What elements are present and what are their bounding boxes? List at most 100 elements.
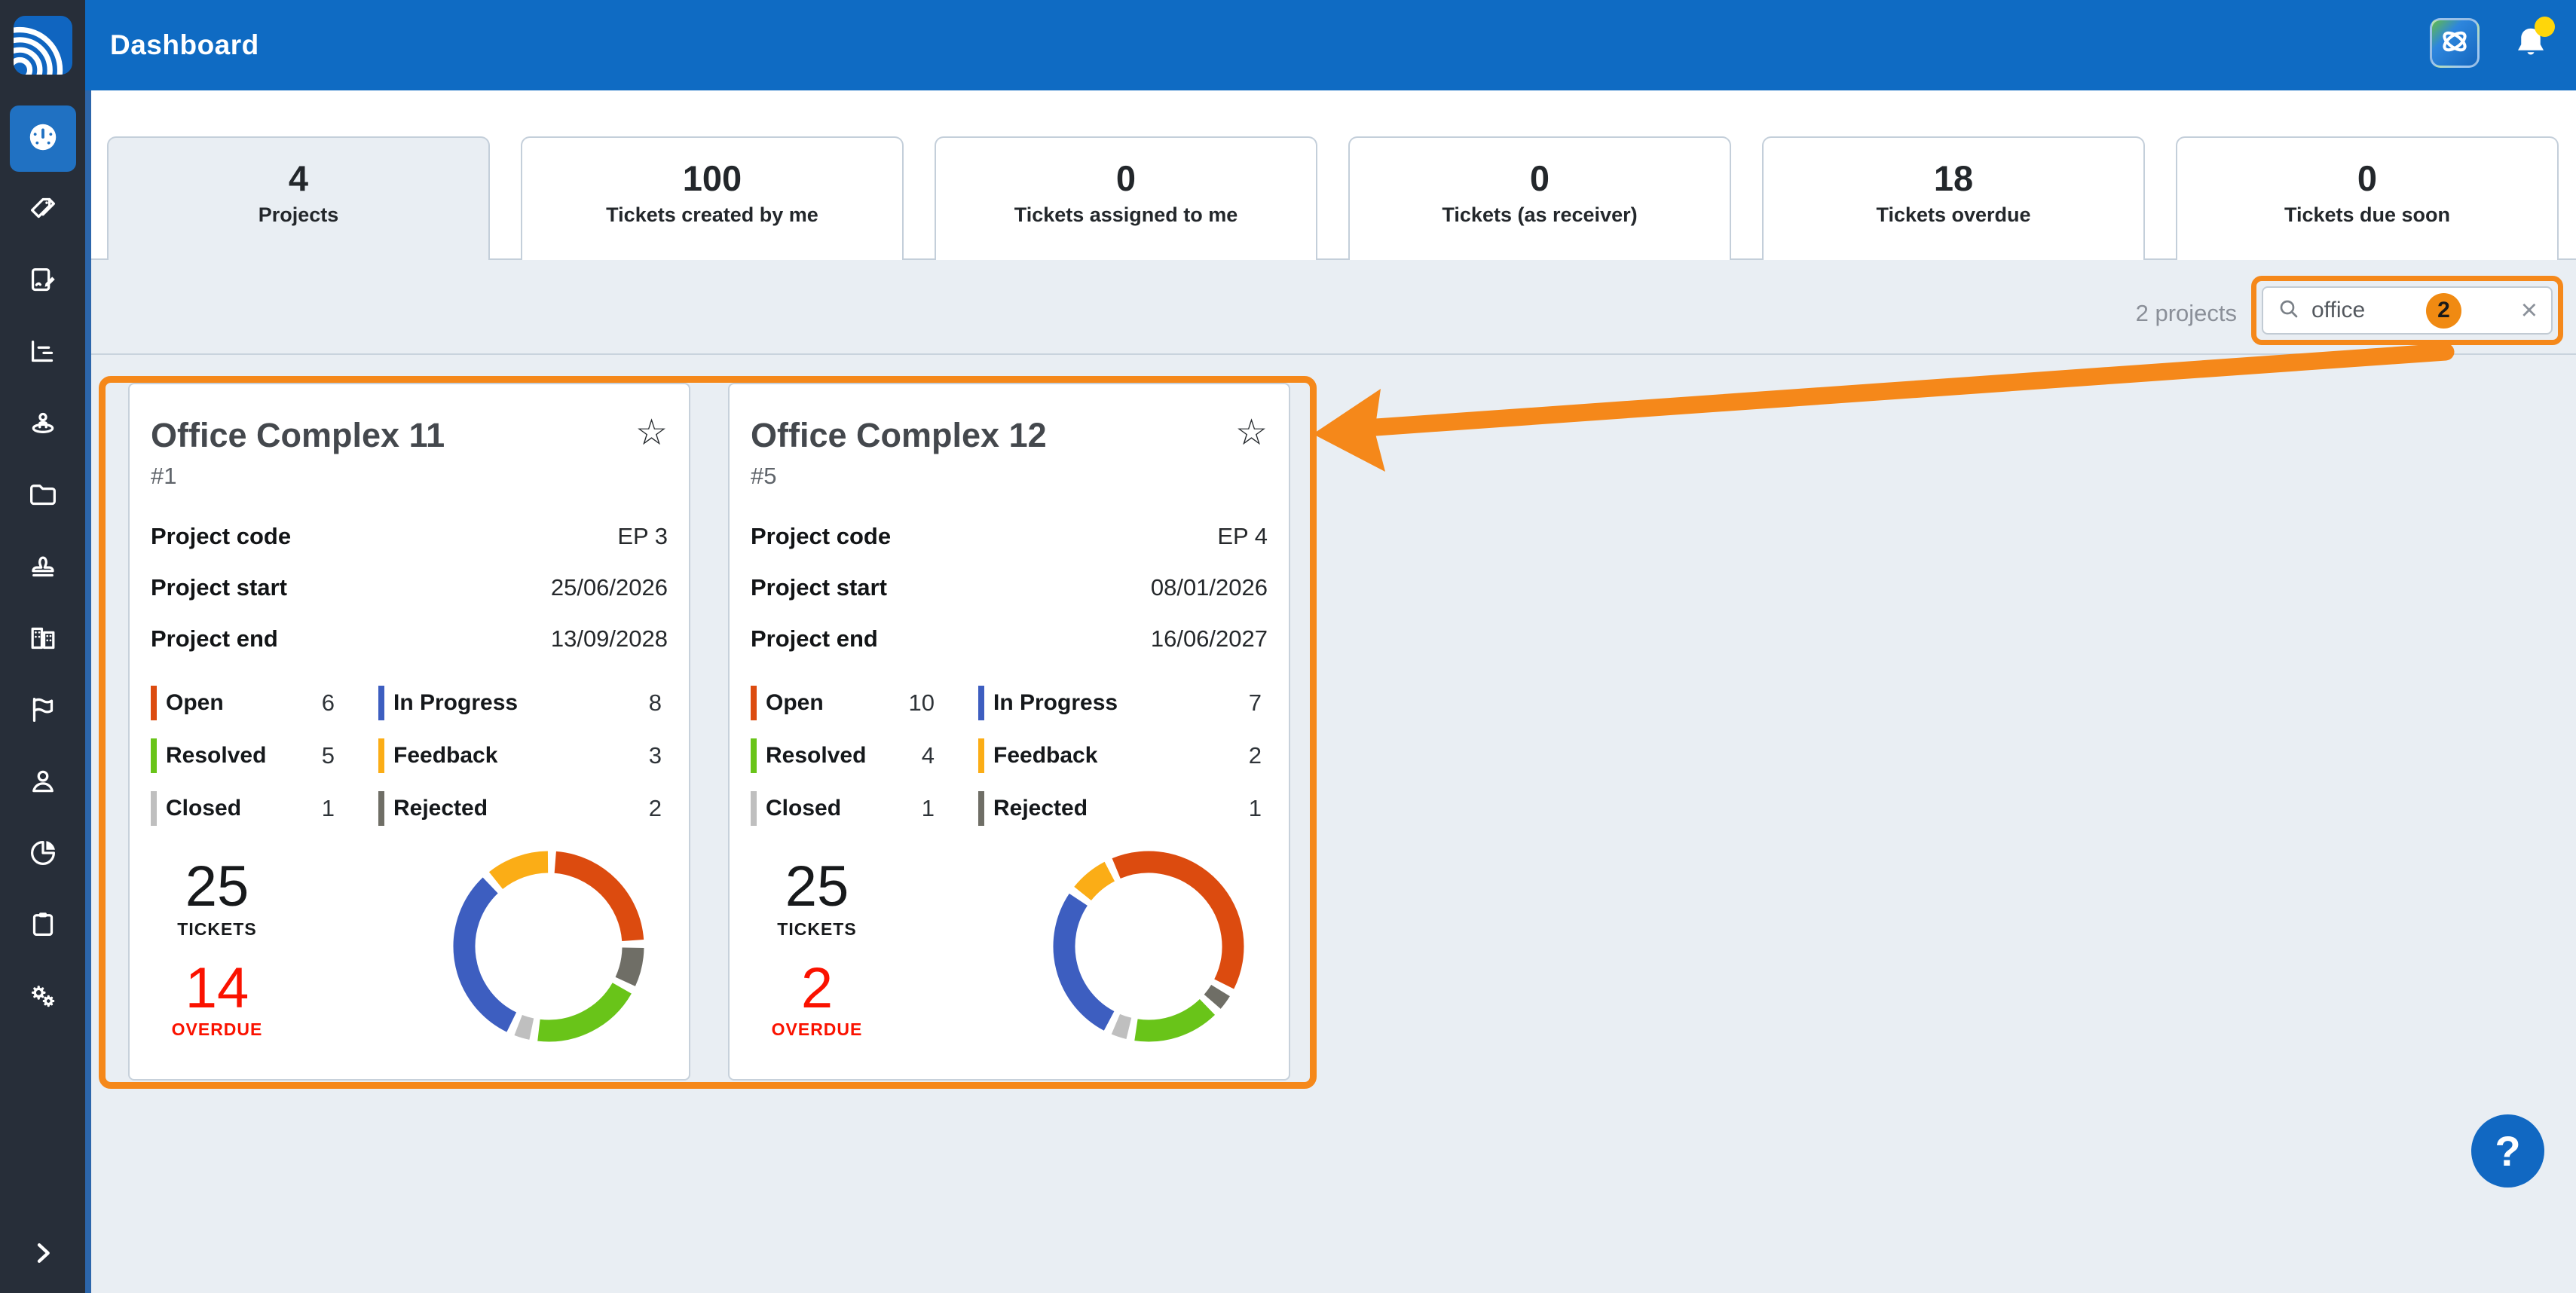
legend-color-bar xyxy=(151,738,157,773)
field-label: Project start xyxy=(151,574,287,601)
sidebar-item-tags[interactable] xyxy=(10,177,76,243)
sidebar-item-sign-document[interactable] xyxy=(10,249,76,315)
field-value: 08/01/2026 xyxy=(1151,574,1268,601)
status-legend: Open6In Progress8Resolved5Feedback3Close… xyxy=(151,686,668,826)
tickets-count: 25 xyxy=(157,857,277,916)
legend-count: 1 xyxy=(322,795,335,822)
dashboard-gauge-icon xyxy=(26,120,60,158)
tab-tickets-created-by-me[interactable]: 100 Tickets created by me xyxy=(521,136,904,260)
star-favorite-icon[interactable]: ☆ xyxy=(635,411,668,454)
results-count-label: 2 projects xyxy=(2136,300,2237,327)
donut-segment-in-progress xyxy=(1064,900,1109,1021)
sidebar-item-flag[interactable] xyxy=(10,678,76,744)
sidebar-item-user[interactable] xyxy=(10,750,76,816)
legend-color-bar xyxy=(378,686,384,720)
legend-count: 3 xyxy=(649,742,662,769)
legend-count: 2 xyxy=(1249,742,1262,769)
sidebar-item-dashboard[interactable] xyxy=(10,105,76,172)
legend-color-bar xyxy=(978,738,984,773)
sidebar-item-pie-chart[interactable] xyxy=(10,821,76,888)
status-donut-chart xyxy=(446,844,651,1049)
legend-count: 8 xyxy=(649,689,662,717)
company-logo[interactable] xyxy=(0,0,85,90)
legend-color-bar xyxy=(151,791,157,826)
sidebar-expand-button[interactable] xyxy=(0,1228,85,1281)
pie-chart-icon xyxy=(26,836,60,874)
stat-tabs: 4 Projects 100 Tickets created by me 0 T… xyxy=(107,136,2559,260)
legend-color-bar xyxy=(151,686,157,720)
legend-count: 7 xyxy=(1249,689,1262,717)
project-card-office-complex-12[interactable]: Office Complex 12 ☆ #5 Project code EP 4… xyxy=(728,383,1290,1081)
tab-label: Tickets overdue xyxy=(1764,203,2143,227)
help-button[interactable]: ? xyxy=(2471,1114,2544,1188)
tab-tickets-due-soon[interactable]: 0 Tickets due soon xyxy=(2176,136,2559,260)
tab-tickets-overdue[interactable]: 18 Tickets overdue xyxy=(1762,136,2145,260)
legend-label: In Progress xyxy=(393,690,518,716)
folder-icon xyxy=(26,478,60,516)
legend-label: Rejected xyxy=(993,796,1088,821)
legend-entry-rejected: Rejected 1 xyxy=(978,791,1268,826)
search-input[interactable] xyxy=(2311,298,2425,323)
tab-value: 0 xyxy=(1350,157,1730,200)
legend-count: 1 xyxy=(1249,795,1262,822)
tickets-caption: TICKETS xyxy=(757,919,877,940)
flag-icon xyxy=(26,692,60,731)
buildings-icon xyxy=(26,621,60,659)
sidebar-item-reports[interactable] xyxy=(10,320,76,387)
main-area: 4 Projects 100 Tickets created by me 0 T… xyxy=(91,90,2576,1293)
legend-label: Open xyxy=(766,690,824,716)
legend-label: Rejected xyxy=(393,796,488,821)
donut-segment-open xyxy=(1116,862,1233,984)
tab-projects[interactable]: 4 Projects xyxy=(107,136,490,260)
sidebar-item-folder[interactable] xyxy=(10,463,76,530)
tab-tickets-assigned-to-me[interactable]: 0 Tickets assigned to me xyxy=(935,136,1317,260)
legend-entry-closed: Closed1 xyxy=(151,791,378,826)
legend-color-bar xyxy=(978,686,984,720)
donut-segment-open xyxy=(555,862,633,940)
ticket-totals: 25 TICKETS 2 OVERDUE xyxy=(757,857,877,1040)
star-favorite-icon[interactable]: ☆ xyxy=(1235,411,1268,454)
clear-search-icon[interactable]: × xyxy=(2521,296,2538,325)
legend-count: 2 xyxy=(649,795,662,822)
legend-count: 1 xyxy=(922,795,935,822)
project-name: Office Complex 11 xyxy=(151,416,445,455)
notifications-button[interactable] xyxy=(2508,23,2553,68)
stamp-icon xyxy=(26,549,60,588)
legend-count: 6 xyxy=(322,689,335,717)
legend-label: Resolved xyxy=(766,743,866,769)
bar-chart-icon xyxy=(26,335,60,373)
legend-color-bar xyxy=(378,738,384,773)
tab-value: 0 xyxy=(936,157,1316,200)
project-fields: Project code EP 4 Project start 08/01/20… xyxy=(751,523,1268,653)
sidebar-item-stamp[interactable] xyxy=(10,535,76,601)
field-value: EP 3 xyxy=(617,523,668,550)
field-row: Project start 25/06/2026 xyxy=(151,574,668,601)
tab-label: Tickets created by me xyxy=(522,203,902,227)
legend-entry-in-progress: In Progress 8 xyxy=(378,686,668,720)
annotation-search-highlight: 2 × xyxy=(2251,276,2563,345)
project-card-office-complex-11[interactable]: Office Complex 11 ☆ #1 Project code EP 3… xyxy=(128,383,690,1081)
legend-label: Feedback xyxy=(993,743,1097,769)
donut-segment-feedback xyxy=(496,862,548,881)
donut-segment-rejected xyxy=(1213,991,1221,1002)
donut-segment-resolved xyxy=(539,988,622,1031)
sidebar-item-clipboard[interactable] xyxy=(10,893,76,959)
chevron-right-icon xyxy=(28,1238,58,1272)
ticket-totals: 25 TICKETS 14 OVERDUE xyxy=(157,857,277,1040)
tab-value: 100 xyxy=(522,157,902,200)
donut-segment-rejected xyxy=(626,948,633,982)
match-count-badge: 2 xyxy=(2426,293,2461,329)
field-label: Project code xyxy=(151,523,291,550)
sidebar-item-settings[interactable] xyxy=(10,964,76,1031)
legend-label: Closed xyxy=(766,796,841,821)
sign-document-icon xyxy=(26,263,60,301)
tab-value: 18 xyxy=(1764,157,2143,200)
legend-color-bar xyxy=(751,791,757,826)
tab-tickets-as-receiver[interactable]: 0 Tickets (as receiver) xyxy=(1348,136,1731,260)
sidebar-item-buildings[interactable] xyxy=(10,607,76,673)
sidebar-item-site-person[interactable] xyxy=(10,392,76,458)
page-title: Dashboard xyxy=(110,0,259,90)
legend-entry-closed: Closed 1 xyxy=(751,791,978,826)
tab-label: Projects xyxy=(109,203,488,227)
app-switcher-button[interactable] xyxy=(2430,18,2480,68)
